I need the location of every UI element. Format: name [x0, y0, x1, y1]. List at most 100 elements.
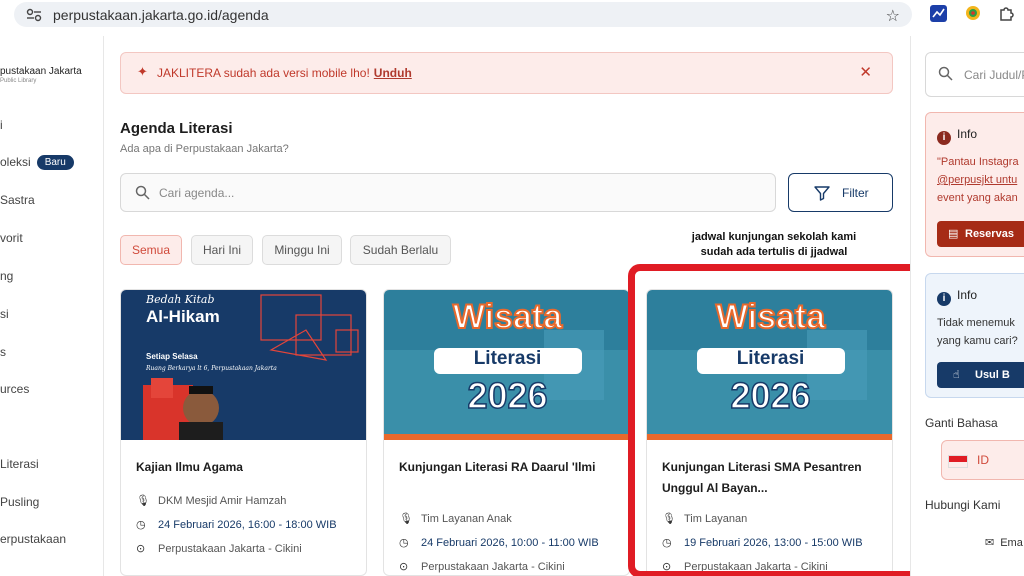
contact-title: Hubungi Kami	[925, 498, 1001, 512]
language-id-button[interactable]: ID	[941, 440, 1024, 480]
sidebar-item-pusling[interactable]: Pusling	[0, 495, 39, 509]
hand-pointer-icon: ☝	[953, 369, 960, 381]
location-pin-icon: ⊙	[136, 543, 146, 555]
filter-button[interactable]: Filter	[788, 173, 893, 212]
info-text: "Pantau Instagra @perpusjkt untu event y…	[937, 156, 1019, 204]
card-location: ⊙ Perpustakaan Jakarta - Cikini	[399, 561, 565, 573]
sidebar-item-4[interactable]: ng	[0, 269, 13, 283]
indonesia-flag-icon	[948, 455, 968, 468]
clock-icon: ◷	[662, 537, 672, 549]
page-subtitle: Ada apa di Perpustakaan Jakarta?	[120, 143, 289, 155]
agenda-card-kajian[interactable]: Bedah Kitab Al-Hikam Setiap Selasa Ruang…	[120, 289, 367, 576]
card-location: ⊙ Perpustakaan Jakarta - Cikini	[136, 543, 302, 555]
title-search-input[interactable]: Cari Judul/P	[925, 52, 1024, 97]
bookmark-star-icon[interactable]: ☆	[886, 6, 900, 26]
url-text[interactable]: perpustakaan.jakarta.go.id/agenda	[53, 7, 269, 23]
card-speaker: 🎙 Tim Layanan	[662, 513, 748, 525]
card-title[interactable]: Kajian Ilmu Agama	[136, 457, 358, 478]
card-image-wisata-literasi: Wisata Literasi 2026	[384, 290, 629, 440]
info-title: Info	[957, 288, 978, 302]
extensions-puzzle-icon[interactable]	[998, 4, 1016, 22]
language-title: Ganti Bahasa	[925, 416, 998, 430]
card-image-word2: Literasi	[736, 348, 805, 369]
microphone-icon: 🎙	[399, 513, 413, 525]
browser-toolbar: perpustakaan.jakarta.go.id/agenda ☆	[0, 0, 1024, 28]
chip-sudah-berlalu[interactable]: Sudah Berlalu	[350, 235, 451, 265]
search-placeholder: Cari agenda...	[159, 186, 235, 200]
card-image-bedah-kitab: Bedah Kitab Al-Hikam Setiap Selasa Ruang…	[121, 290, 366, 440]
microphone-icon: 🎙	[662, 513, 676, 525]
main-content: ✦ JAKLITERA sudah ada versi mobile lho! U…	[104, 36, 910, 576]
logo-title[interactable]: pustakaan Jakarta	[0, 66, 82, 77]
search-icon	[135, 185, 150, 200]
chip-minggu-ini[interactable]: Minggu Ini	[262, 235, 342, 265]
sidebar-item-perpustakaan[interactable]: erpustakaan	[0, 532, 66, 546]
sidebar: pustakaan Jakarta Public Library i oleks…	[0, 36, 104, 576]
info-card-suggest: i Info Tidak menemuk yang kamu cari? ☝ Us…	[925, 273, 1024, 398]
card-speaker: 🎙 DKM Mesjid Amir Hamzah	[136, 495, 287, 507]
sidebar-item-literasi[interactable]: Literasi	[0, 457, 39, 471]
card-image-year: 2026	[467, 374, 549, 417]
banner-text: JAKLITERA sudah ada versi mobile lho!	[157, 66, 370, 80]
card-image-line2: Ruang Berkarya lt 6, Perpustakaan Jakart…	[146, 365, 277, 372]
language-label: ID	[977, 453, 989, 467]
right-panel: Cari Judul/P i Info "Pantau Instagra @per…	[910, 36, 1024, 576]
user-annotation-text: jadwal kunjungan sekolah kami sudah ada …	[691, 231, 857, 258]
card-title[interactable]: Kunjungan Literasi RA Daarul 'Ilmi	[399, 457, 621, 478]
card-image-title: Al-Hikam	[146, 307, 220, 326]
search-icon	[938, 66, 953, 81]
reservation-button[interactable]: ▤ Reservas	[937, 221, 1024, 247]
card-date: ◷ 24 Februari 2026, 16:00 - 18:00 WIB	[136, 519, 337, 531]
card-title[interactable]: Kunjungan Literasi SMA Pesantren Unggul …	[662, 457, 884, 499]
agenda-card-ra-daarul[interactable]: Wisata Literasi 2026 Kunjungan Literasi …	[383, 289, 630, 576]
card-date: ◷ 19 Februari 2026, 13:00 - 15:00 WIB	[662, 537, 863, 549]
download-link[interactable]: Unduh	[374, 66, 412, 80]
info-card-instagram: i Info "Pantau Instagra @perpusjkt untu e…	[925, 112, 1024, 257]
sidebar-item-home[interactable]: i	[0, 118, 3, 132]
location-pin-icon: ⊙	[662, 561, 672, 573]
card-image-word1: Wisata	[715, 297, 826, 337]
site-settings-icon[interactable]	[26, 7, 42, 23]
location-pin-icon: ⊙	[399, 561, 409, 573]
title-search-placeholder: Cari Judul/P	[964, 68, 1024, 82]
agenda-search-input[interactable]: Cari agenda...	[120, 173, 776, 212]
clock-icon: ◷	[399, 537, 409, 549]
sidebar-item-6[interactable]: s	[0, 345, 6, 359]
filter-funnel-icon	[814, 186, 830, 201]
agenda-card-sma-al-bayan[interactable]: Wisata Literasi 2026 Kunjungan Literasi …	[646, 289, 893, 576]
card-image-wisata-literasi: Wisata Literasi 2026	[647, 290, 892, 440]
close-icon[interactable]: ✕	[859, 63, 872, 81]
filter-label: Filter	[842, 186, 869, 200]
chip-semua[interactable]: Semua	[120, 235, 182, 265]
extension-badge-icon[interactable]	[964, 4, 982, 22]
card-image-word1: Wisata	[452, 297, 563, 337]
card-image-year: 2026	[730, 374, 812, 417]
sidebar-item-koleksi[interactable]: oleksi Baru	[0, 155, 74, 170]
sidebar-item-resources[interactable]: urces	[0, 382, 29, 396]
extension-chart-icon[interactable]	[930, 5, 947, 22]
sidebar-item-sastra[interactable]: Sastra	[0, 193, 35, 207]
card-image-word2: Literasi	[473, 348, 542, 369]
microphone-icon: 🎙	[136, 495, 150, 507]
instagram-link[interactable]: @perpusjkt untu	[937, 171, 1019, 189]
card-location: ⊙ Perpustakaan Jakarta - Cikini	[662, 561, 828, 573]
card-speaker: 🎙 Tim Layanan Anak	[399, 513, 512, 525]
sidebar-item-5[interactable]: si	[0, 307, 9, 321]
mobile-app-banner: ✦ JAKLITERA sudah ada versi mobile lho! U…	[120, 52, 893, 94]
card-date: ◷ 24 Februari 2026, 10:00 - 11:00 WIB	[399, 537, 599, 549]
info-title: Info	[957, 127, 978, 141]
address-bar[interactable]: perpustakaan.jakarta.go.id/agenda ☆	[14, 2, 912, 27]
card-image-top-text: Bedah Kitab	[146, 293, 215, 306]
info-text: Tidak menemuk yang kamu cari?	[937, 317, 1018, 347]
logo-subtitle: Public Library	[0, 78, 37, 84]
info-icon: i	[937, 292, 951, 306]
chip-hari-ini[interactable]: Hari Ini	[191, 235, 253, 265]
email-link[interactable]: ✉ Ema	[985, 536, 1023, 549]
suggest-book-button[interactable]: ☝ Usul B	[937, 362, 1024, 388]
sidebar-item-favorit[interactable]: vorit	[0, 231, 23, 245]
mail-icon: ✉	[985, 537, 995, 549]
new-badge: Baru	[36, 155, 74, 170]
page-title: Agenda Literasi	[120, 120, 233, 137]
card-image-line1: Setiap Selasa	[146, 352, 198, 361]
sparkle-icon: ✦	[137, 64, 148, 79]
